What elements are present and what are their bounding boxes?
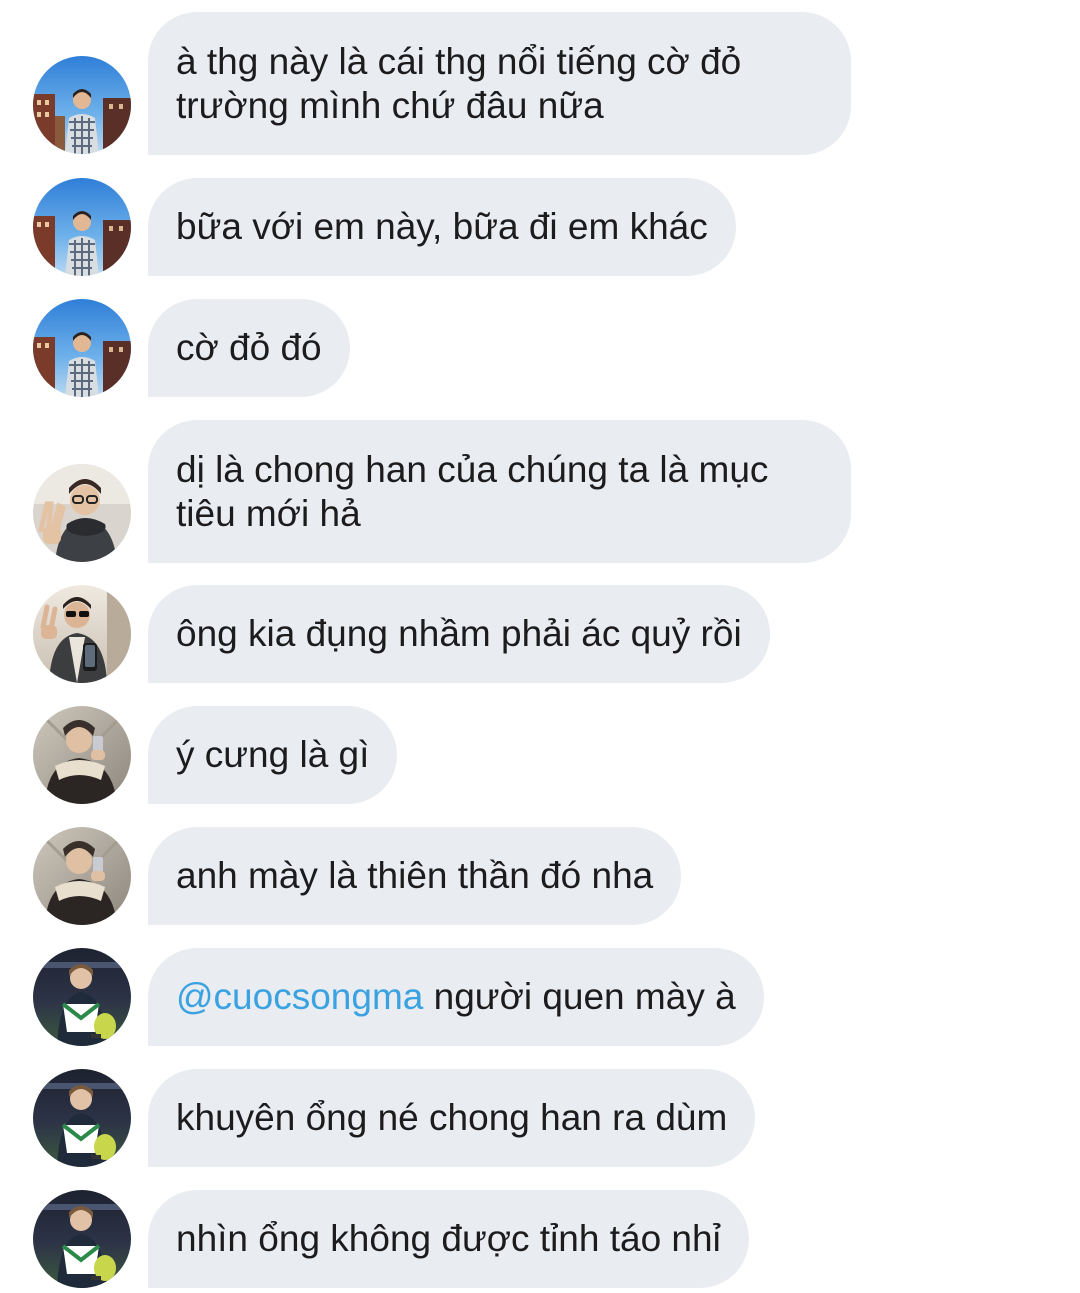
avatar-city-sunset[interactable]	[33, 178, 131, 276]
avatar-racket-sport[interactable]	[33, 1190, 131, 1288]
message-text: bữa với em này, bữa đi em khác	[176, 206, 708, 247]
avatar-city-sunset[interactable]	[33, 56, 131, 154]
avatar-glasses-peace[interactable]	[33, 464, 131, 562]
avatar-fur-jacket[interactable]	[33, 827, 131, 925]
message-bubble[interactable]: à thg này là cái thg nổi tiếng cờ đỏ trư…	[148, 12, 851, 155]
message-text: ý cưng là gì	[176, 734, 370, 775]
mention-link[interactable]: @cuocsongma	[176, 976, 423, 1017]
avatar-racket-sport[interactable]	[33, 1069, 131, 1167]
message-bubble[interactable]: bữa với em này, bữa đi em khác	[148, 178, 736, 276]
message-text: cờ đỏ đó	[176, 327, 322, 368]
message-text: à thg này là cái thg nổi tiếng cờ đỏ trư…	[176, 41, 742, 126]
message-bubble[interactable]: ông kia đụng nhầm phải ác quỷ rồi	[148, 585, 770, 683]
message-bubble[interactable]: khuyên ổng né chong han ra dùm	[148, 1069, 756, 1167]
message-bubble[interactable]: nhìn ổng không được tỉnh táo nhỉ	[148, 1190, 749, 1288]
avatar-fur-jacket[interactable]	[33, 706, 131, 804]
message-bubble[interactable]: anh mày là thiên thần đó nha	[148, 827, 682, 925]
message-bubble[interactable]: ý cưng là gì	[148, 706, 398, 804]
message-text: ông kia đụng nhầm phải ác quỷ rồi	[176, 613, 742, 654]
avatar-mirror-selfie[interactable]	[33, 585, 131, 683]
message-bubble[interactable]: cờ đỏ đó	[148, 299, 350, 397]
message-bubble[interactable]: dị là chong han của chúng ta là mục tiêu…	[148, 420, 851, 563]
message-bubble[interactable]: @cuocsongma người quen mày à	[148, 948, 764, 1046]
message-text: anh mày là thiên thần đó nha	[176, 855, 654, 896]
avatar-city-sunset[interactable]	[33, 299, 131, 397]
message-text: nhìn ổng không được tỉnh táo nhỉ	[176, 1218, 721, 1259]
message-text: khuyên ổng né chong han ra dùm	[176, 1097, 728, 1138]
message-text: dị là chong han của chúng ta là mục tiêu…	[176, 449, 769, 534]
avatar-racket-sport[interactable]	[33, 948, 131, 1046]
message-text: người quen mày à	[423, 976, 736, 1017]
